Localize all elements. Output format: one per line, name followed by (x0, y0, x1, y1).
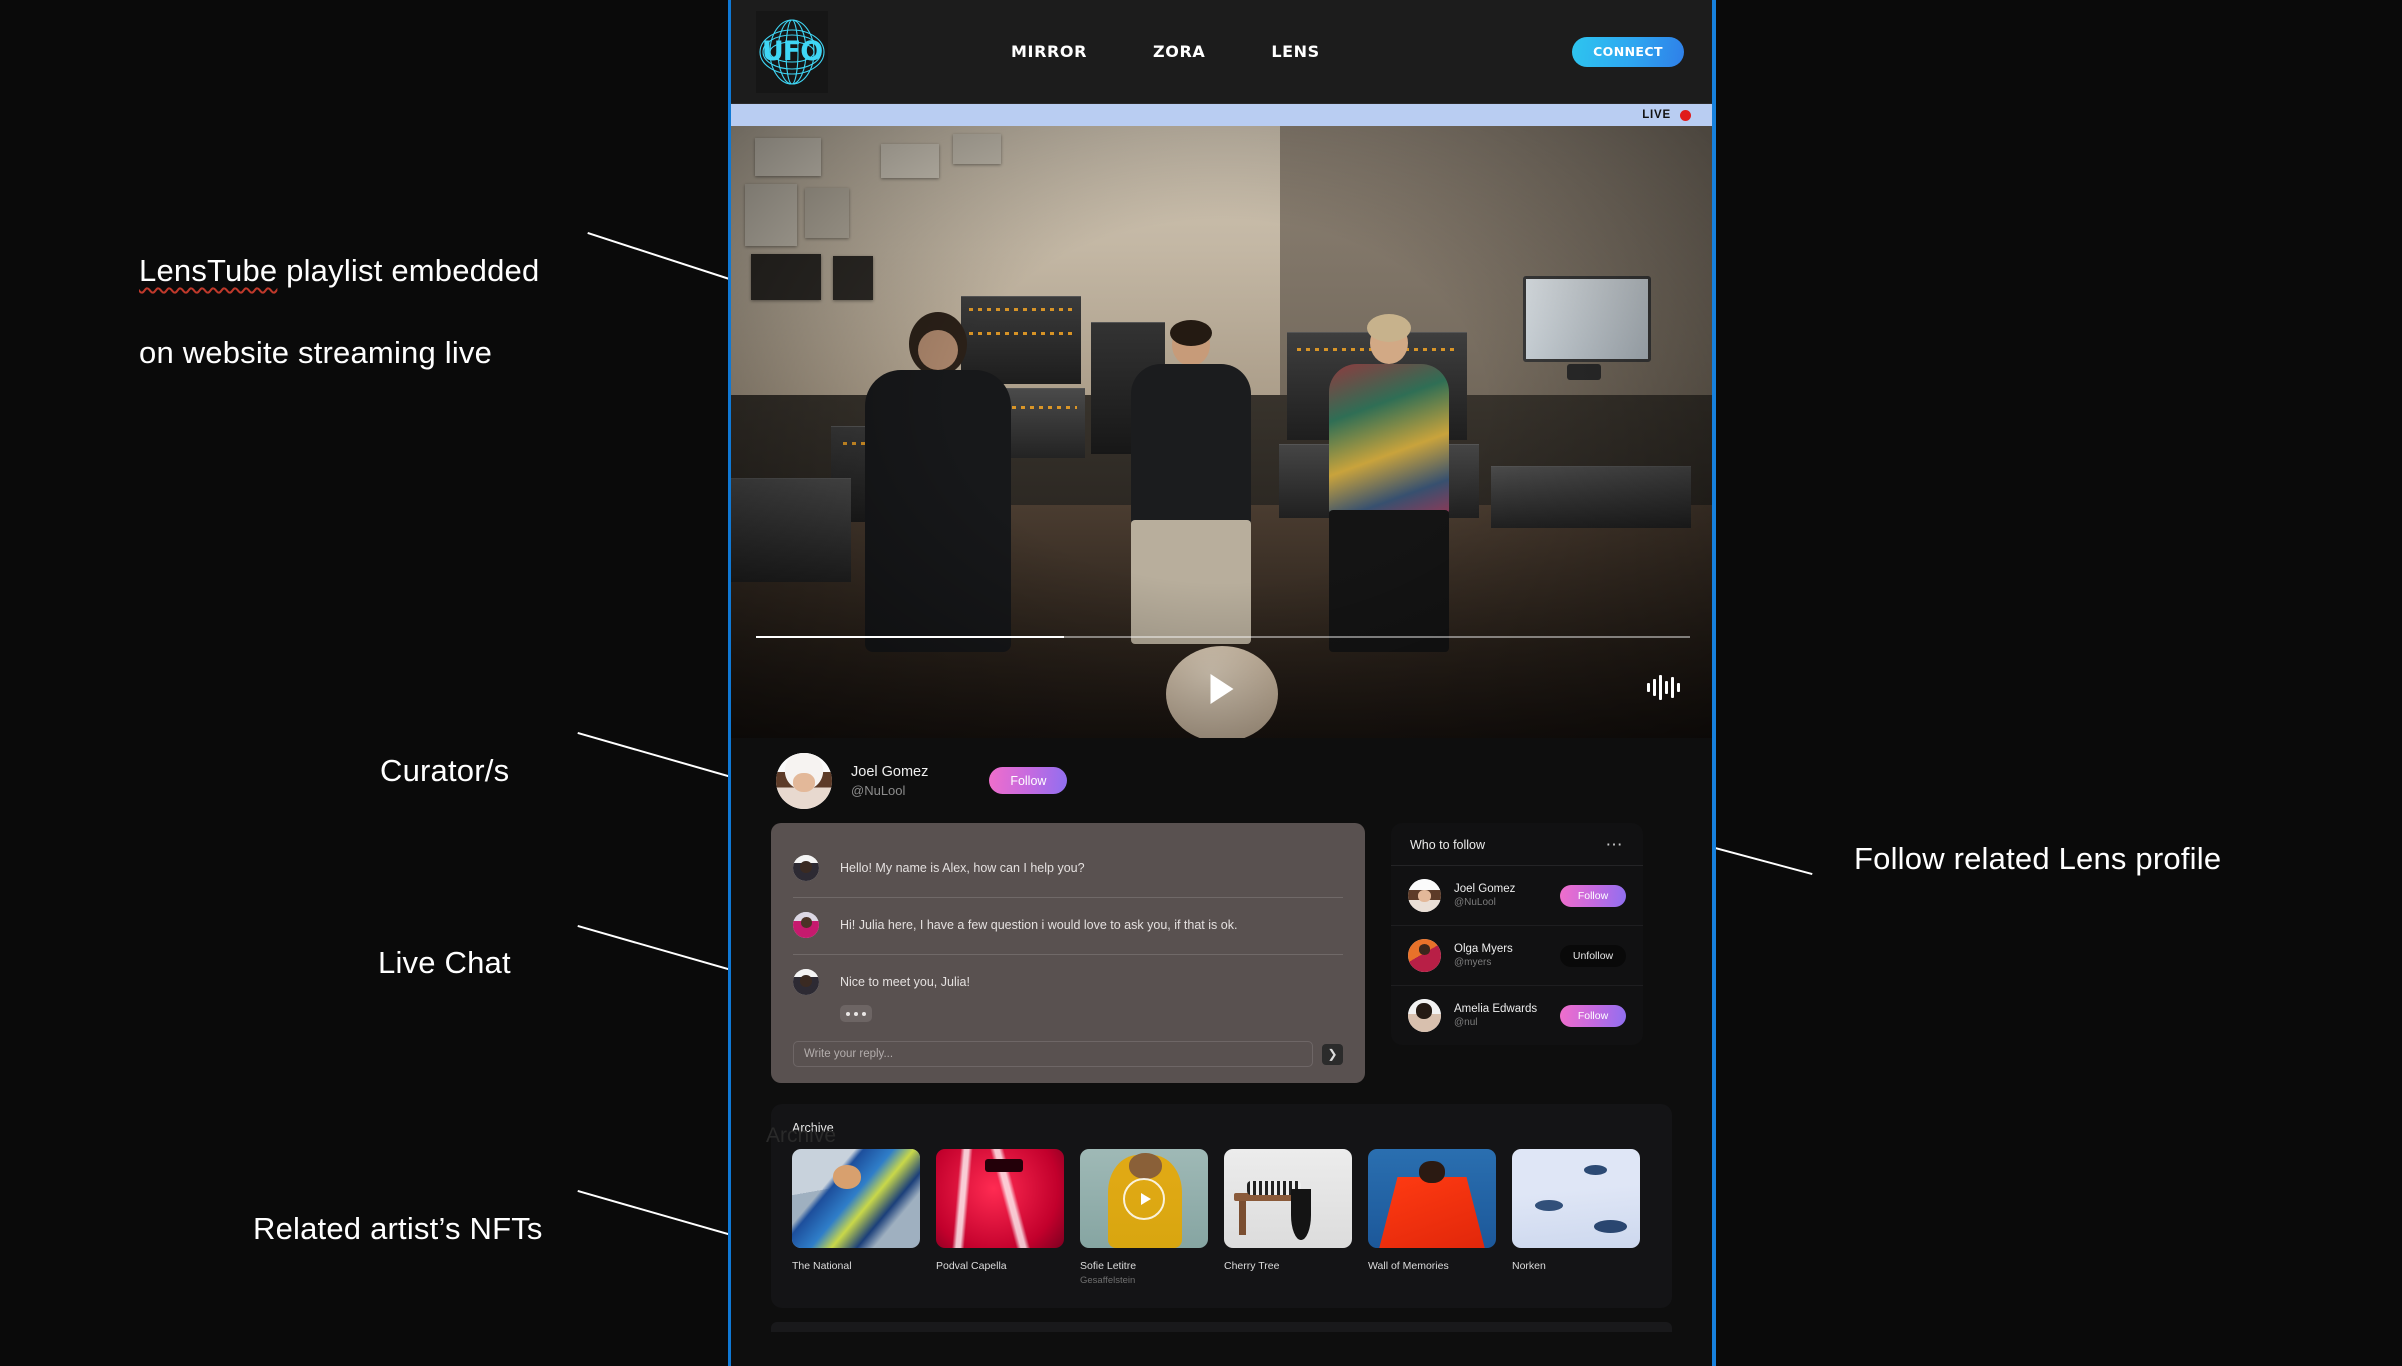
video-progress-bar[interactable] (756, 636, 1690, 638)
archive-thumbnail[interactable] (936, 1149, 1064, 1248)
nav-item-zora[interactable]: ZORA (1153, 42, 1205, 61)
site-header: UFO MIRROR ZORA LENS CONNECT (731, 0, 1712, 104)
archive-thumbnail[interactable] (1368, 1149, 1496, 1248)
who-to-follow-name: Olga Myers (1454, 943, 1513, 955)
curator-handle: @NuLool (851, 782, 906, 798)
archive-card[interactable]: Norken (1512, 1149, 1640, 1286)
live-chat-panel: Hello! My name is Alex, how can I help y… (771, 823, 1365, 1083)
annotation-curators: Curator/s (380, 710, 509, 792)
follow-button[interactable]: Follow (1560, 1004, 1626, 1027)
unfollow-button[interactable]: Unfollow (1560, 944, 1626, 967)
avatar[interactable] (1408, 999, 1441, 1032)
who-to-follow-header: Who to follow ⋯ (1391, 823, 1643, 866)
annotation-follow-lens-profile: Follow related Lens profile (1854, 798, 2221, 880)
live-dot-icon (1680, 109, 1691, 121)
archive-card-title: Podval Capella (936, 1260, 1007, 1272)
archive-card-title: Sofie Letitre (1080, 1260, 1137, 1272)
main-nav: MIRROR ZORA LENS (1011, 42, 1320, 61)
chat-message-avatar (793, 912, 819, 938)
avatar[interactable] (1408, 879, 1441, 912)
annotation-curators-text: Curator/s (380, 752, 510, 788)
leader-line-lenstube (587, 232, 748, 286)
chat-message-avatar (793, 855, 819, 881)
chat-message-text: Hi! Julia here, I have a few question i … (840, 918, 1238, 932)
page-bottom-edge (771, 1322, 1672, 1332)
archive-card[interactable]: Cherry Tree (1224, 1149, 1352, 1286)
archive-card[interactable]: Wall of Memories (1368, 1149, 1496, 1286)
follow-button[interactable]: Follow (1560, 884, 1626, 907)
avatar[interactable] (1408, 939, 1441, 972)
chat-message-text: Nice to meet you, Julia! (840, 975, 970, 989)
annotation-live-chat: Live Chat (378, 902, 511, 984)
video-controls (731, 628, 1712, 738)
archive-ghost-label: Archive (766, 1124, 837, 1147)
archive-card-title: Norken (1512, 1260, 1546, 1272)
who-to-follow-handle: @nul (1454, 1017, 1478, 1028)
archive-card[interactable]: The National (792, 1149, 920, 1286)
archive-card-title: Cherry Tree (1224, 1260, 1280, 1272)
chat-reply-input[interactable] (793, 1041, 1313, 1067)
archive-thumbnail[interactable] (1512, 1149, 1640, 1248)
archive-title: Archive (792, 1121, 834, 1135)
archive-grid: The National Podval Capella Sofie Letitr… (792, 1149, 1651, 1286)
who-to-follow-title: Who to follow (1410, 838, 1486, 852)
play-circle-icon[interactable] (1123, 1177, 1165, 1220)
nav-item-lens[interactable]: LENS (1271, 42, 1319, 61)
annotation-related-nfts: Related artist’s NFTs (253, 1168, 543, 1250)
who-to-follow-handle: @NuLool (1454, 897, 1496, 908)
chat-message: Nice to meet you, Julia! (793, 954, 1343, 1011)
who-to-follow-handle: @myers (1454, 957, 1492, 968)
who-to-follow-panel: Who to follow ⋯ Joel Gomez @NuLool Follo… (1391, 823, 1643, 1045)
live-label: LIVE (1642, 109, 1671, 121)
archive-card-title: The National (792, 1260, 852, 1272)
chat-message: Hi! Julia here, I have a few question i … (793, 897, 1343, 954)
browser-frame: UFO MIRROR ZORA LENS CONNECT LIVE Joel G… (728, 0, 1716, 1366)
who-to-follow-row: Olga Myers @myers Unfollow (1391, 925, 1643, 985)
play-button-icon[interactable] (1210, 674, 1233, 704)
chat-send-icon[interactable]: ❯ (1322, 1043, 1343, 1065)
who-to-follow-name: Joel Gomez (1454, 883, 1516, 895)
more-horizontal-icon[interactable]: ⋯ (1606, 836, 1625, 853)
ufo-logo-text: UFO (761, 35, 823, 67)
curator-follow-button[interactable]: Follow (989, 767, 1068, 794)
annotation-lenstube-misspelled-word: LensTube (139, 252, 278, 288)
connect-button[interactable]: CONNECT (1572, 36, 1684, 67)
who-to-follow-row: Joel Gomez @NuLool Follow (1391, 866, 1643, 925)
annotation-related-nfts-text: Related artist’s NFTs (253, 1210, 543, 1246)
live-status-bar: LIVE (731, 104, 1712, 126)
chat-message-avatar (793, 969, 819, 995)
annotation-lenstube: LensTube playlist embedded on website st… (139, 210, 539, 374)
archive-thumbnail[interactable] (1224, 1149, 1352, 1248)
archive-thumbnail[interactable] (1080, 1149, 1208, 1248)
screenshot-root: LensTube playlist embedded on website st… (0, 0, 2402, 1366)
typing-indicator (840, 1005, 872, 1022)
archive-card[interactable]: Sofie Letitre Gesaffelstein (1080, 1149, 1208, 1286)
content-middle-row: Hello! My name is Alex, how can I help y… (731, 823, 1712, 1083)
archive-card[interactable]: Podval Capella (936, 1149, 1064, 1286)
archive-panel: Archive The National Podval Capella Sofi… (771, 1104, 1672, 1308)
curator-avatar[interactable] (776, 752, 832, 809)
annotation-lenstube-line1-rest: playlist embedded (277, 252, 540, 288)
ufo-logo[interactable]: UFO (756, 10, 828, 93)
nav-item-mirror[interactable]: MIRROR (1011, 42, 1087, 61)
archive-card-title: Wall of Memories (1368, 1260, 1449, 1272)
annotation-live-chat-text: Live Chat (378, 944, 511, 980)
annotation-follow-lens-profile-text: Follow related Lens profile (1854, 840, 2222, 876)
curator-name: Joel Gomez (851, 763, 929, 780)
chat-message-text: Hello! My name is Alex, how can I help y… (840, 861, 1085, 875)
who-to-follow-row: Amelia Edwards @nul Follow (1391, 985, 1643, 1045)
archive-thumbnail[interactable] (792, 1149, 920, 1248)
archive-card-subtitle: Gesaffelstein (1080, 1275, 1136, 1286)
chat-message: Hello! My name is Alex, how can I help y… (793, 841, 1343, 897)
video-player[interactable]: LIVE (731, 104, 1712, 738)
chat-input-row: ❯ (793, 1041, 1343, 1067)
annotation-lenstube-line2: on website streaming live (139, 334, 493, 370)
curator-row: Joel Gomez @NuLool Follow (731, 738, 1712, 823)
audio-equalizer-icon[interactable] (1647, 672, 1680, 702)
who-to-follow-name: Amelia Edwards (1454, 1003, 1538, 1015)
